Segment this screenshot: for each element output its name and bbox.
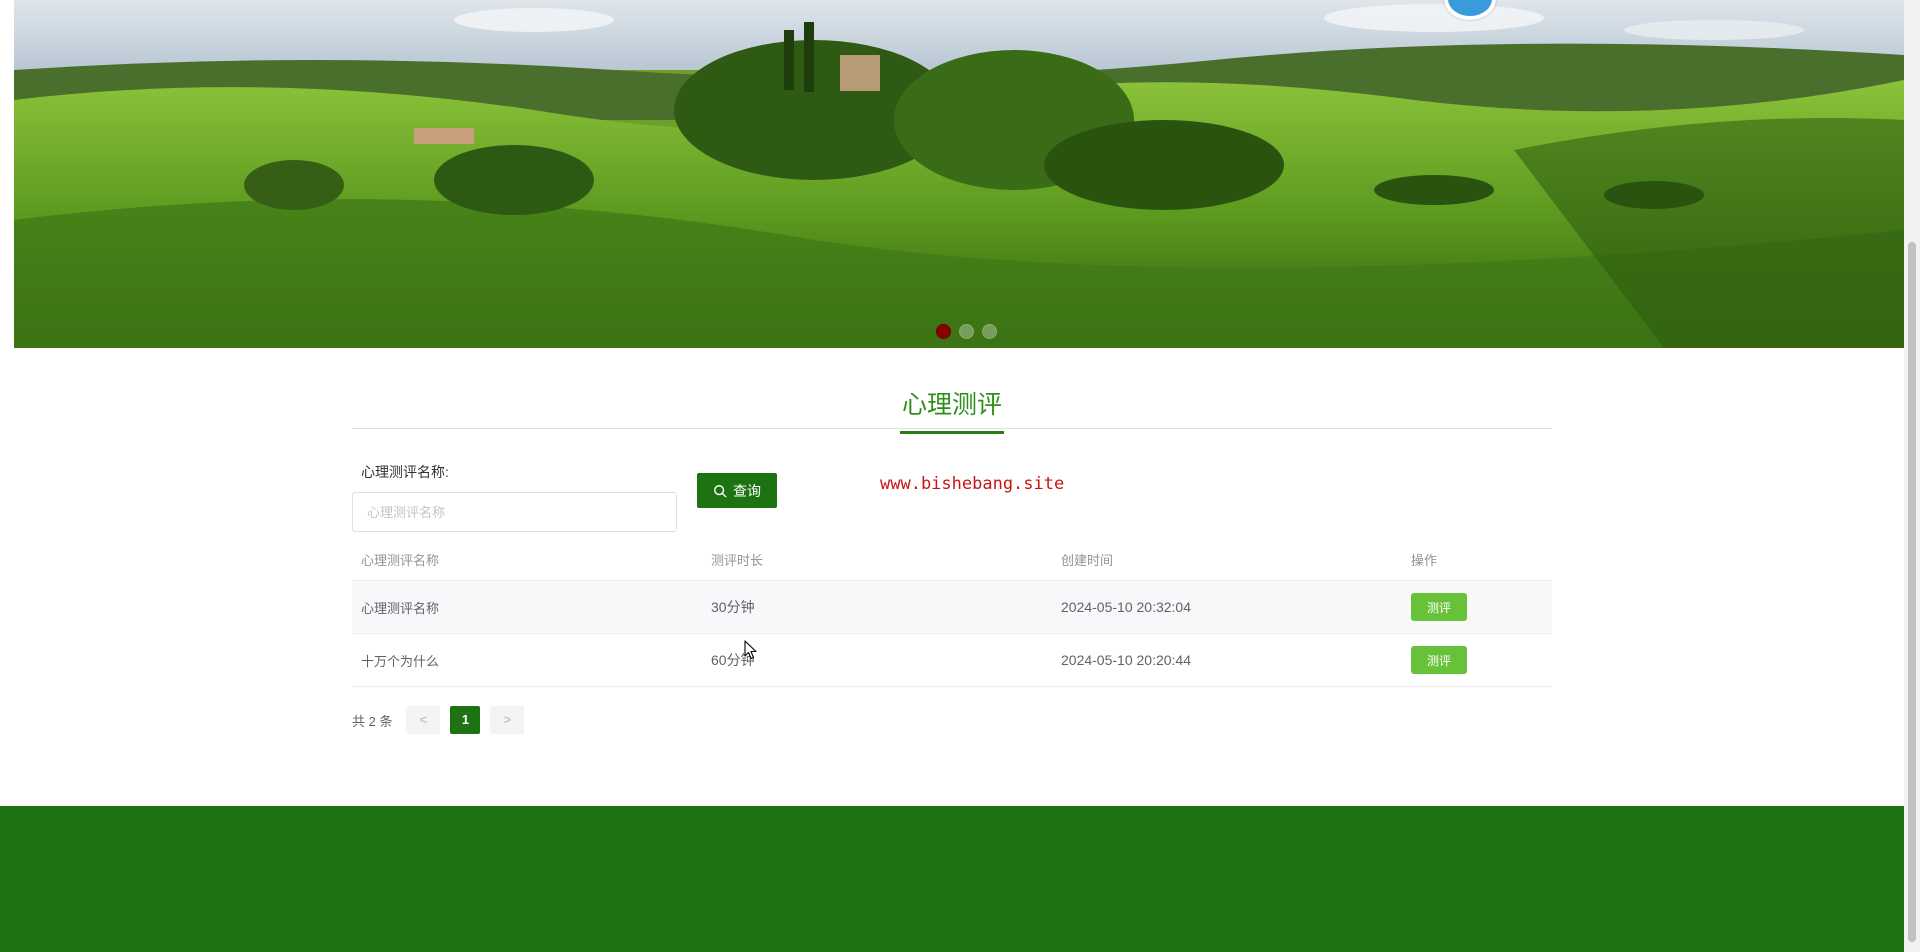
cell-created: 2024-05-10 20:32:04 xyxy=(1061,599,1191,615)
section-header: 心理测评 xyxy=(352,378,1552,434)
search-button[interactable]: 查询 xyxy=(697,473,777,508)
footer xyxy=(0,806,1904,952)
banner-carousel[interactable] xyxy=(14,0,1904,348)
carousel-dot-3[interactable] xyxy=(982,324,997,339)
watermark-text: www.bishebang.site xyxy=(880,474,1065,494)
cell-duration: 30分钟 xyxy=(711,599,755,615)
prev-page-button[interactable]: < xyxy=(406,706,441,734)
column-header-name: 心理测评名称 xyxy=(361,552,440,568)
next-page-button[interactable]: > xyxy=(490,706,525,734)
pagination: 共 2 条 < 1 > xyxy=(352,706,534,734)
assessment-table: 心理测评名称 测评时长 创建时间 操作 心理测评名称 30分钟 2024-05-… xyxy=(352,538,1552,687)
pagination-total: 共 2 条 xyxy=(352,713,393,729)
page-number-1[interactable]: 1 xyxy=(450,706,481,734)
table-row: 心理测评名称 30分钟 2024-05-10 20:32:04 测评 xyxy=(352,581,1552,634)
column-header-created: 创建时间 xyxy=(1061,552,1114,568)
column-header-action: 操作 xyxy=(1411,552,1438,568)
table-header: 心理测评名称 测评时长 创建时间 操作 xyxy=(352,538,1552,581)
cell-action: 测评 xyxy=(1402,593,1552,621)
cell-name: 十万个为什么 xyxy=(361,653,440,669)
column-header-duration: 测评时长 xyxy=(711,552,764,568)
cell-action: 测评 xyxy=(1402,646,1552,674)
evaluate-button[interactable]: 测评 xyxy=(1411,646,1467,674)
search-label: 心理测评名称: xyxy=(361,464,449,480)
cell-name: 心理测评名称 xyxy=(361,600,440,616)
cell-created: 2024-05-10 20:20:44 xyxy=(1061,652,1191,668)
mouse-cursor-icon xyxy=(744,640,757,660)
search-button-label: 查询 xyxy=(733,482,761,499)
scrollbar-thumb[interactable] xyxy=(1908,242,1916,942)
table-row: 十万个为什么 60分钟 2024-05-10 20:20:44 测评 xyxy=(352,634,1552,687)
carousel-dot-1[interactable] xyxy=(936,324,951,339)
carousel-dot-2[interactable] xyxy=(959,324,974,339)
search-input[interactable] xyxy=(352,492,677,532)
carousel-indicators xyxy=(936,324,997,339)
page-scrollbar[interactable] xyxy=(1904,0,1920,952)
landscape-image xyxy=(14,0,1904,348)
evaluate-button[interactable]: 测评 xyxy=(1411,593,1467,621)
page-title: 心理测评 xyxy=(899,378,1004,434)
search-icon xyxy=(714,484,727,497)
